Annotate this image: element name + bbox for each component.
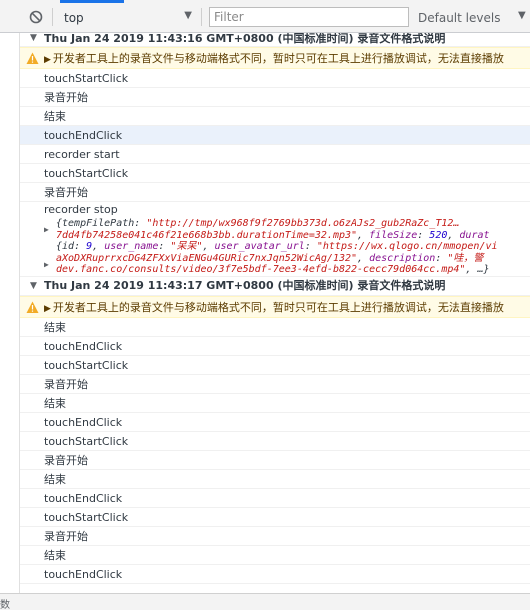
group-title: Thu Jan 24 2019 11:43:17 GMT+0800 (中国标准时… [44,279,446,292]
log-line: 结束 [20,470,530,489]
object-value: "https://wx.qlogo.cn/mmopen/vi [316,241,498,252]
object-value: aXoDXRuprrxcDG4ZFXxViaENGu4GURic7nxJqn52… [56,252,358,264]
object-value: 7dd4fb74258e041c46f21e668b3bb.durationTi… [56,229,358,241]
log-line: touchStartClick [20,508,530,527]
expand-triangle-icon[interactable]: ▶ [44,224,49,236]
log-line: 录音开始 [20,375,530,394]
object-key: description [369,252,436,264]
context-select[interactable]: top ▼ [58,8,194,27]
log-line: recorder stop [44,203,118,216]
object-ellipsis: , …} [465,264,490,275]
object-value: 520 [429,229,448,241]
object-preview[interactable]: ▶ {tempFilePath: "http://tmp/wx968f9f276… [20,218,530,241]
log-line: 录音开始 [20,183,530,202]
log-line: 结束 [20,318,530,337]
log-line: 结束 [20,394,530,413]
console-toolbar: top ▼ Default levels ▼ [0,0,530,33]
group-title: Thu Jan 24 2019 11:43:16 GMT+0800 (中国标准时… [44,33,446,45]
active-tab-indicator [60,0,124,3]
warning-icon [26,52,39,64]
console-group-header[interactable]: ▼ Thu Jan 24 2019 11:43:16 GMT+0800 (中国标… [20,33,530,47]
console-messages[interactable]: ▼ Thu Jan 24 2019 11:43:16 GMT+0800 (中国标… [19,33,530,593]
log-line: touchEndClick [20,126,530,145]
expand-triangle-icon[interactable]: ▼ [30,33,37,44]
context-select-value: top [64,11,84,25]
object-value: dev.fanc.co/consults/video/3f7e5bdf-7ee3… [56,264,466,275]
object-value: "http://tmp/wx968f9f2769bb373d.o6zAJs2_g… [146,218,460,229]
log-line: 结束 [20,546,530,565]
toolbar-divider [201,8,202,26]
warning-icon [26,301,39,313]
log-levels-select[interactable]: Default levels ▼ [418,8,528,27]
log-line: 结束 [20,107,530,126]
expand-triangle-icon[interactable]: ▼ [30,277,37,295]
warning-message[interactable]: ▶ 开发者工具上的录音文件与移动端格式不同，暂时只可在工具上进行播放调试，无法直接… [20,47,530,69]
log-line: touchEndClick [20,565,530,584]
expand-triangle-icon[interactable]: ▶ [44,259,49,271]
object-key: user_avatar_url [214,241,305,252]
log-line: touchEndClick [20,413,530,432]
object-value: "哇，警 [447,252,484,264]
object-key: user_name [104,241,159,252]
warning-message[interactable]: ▶ 开发者工具上的录音文件与移动端格式不同，暂时只可在工具上进行播放调试，无法直接… [20,296,530,318]
warning-text: 开发者工具上的录音文件与移动端格式不同，暂时只可在工具上进行播放调试，无法直接播… [52,301,504,314]
drawer-statusbar: 数 [0,593,530,611]
clear-console-icon[interactable] [29,10,43,24]
chevron-down-icon: ▼ [518,10,526,21]
filter-input[interactable] [209,7,409,27]
object-preview[interactable]: ▶ {id: 9, user_name: "呆呆", user_avatar_u… [20,241,530,277]
log-levels-label: Default levels [418,11,501,25]
log-line: touchStartClick [20,432,530,451]
object-value: "呆呆" [170,241,203,252]
expand-triangle-icon[interactable]: ▶ [44,55,51,65]
log-line: touchStartClick [20,356,530,375]
toolbar-divider [52,8,53,26]
warning-text: 开发者工具上的录音文件与移动端格式不同，暂时只可在工具上进行播放调试，无法直接播… [52,52,504,65]
log-line: touchStartClick [20,164,530,183]
object-key: {tempFilePath [56,218,135,229]
object-key: durat [459,229,490,241]
log-line: 录音开始 [20,527,530,546]
console-group-header[interactable]: ▼ Thu Jan 24 2019 11:43:17 GMT+0800 (中国标… [20,277,530,296]
log-line: touchEndClick [20,489,530,508]
log-line: 录音开始 [20,451,530,470]
statusbar-text: 数 [0,600,10,611]
log-line: touchStartClick [20,69,530,88]
log-line: 录音开始 [20,88,530,107]
log-line: touchEndClick [20,337,530,356]
object-key: fileSize [369,229,418,241]
log-line: recorder start [20,145,530,164]
chevron-down-icon: ▼ [184,10,192,21]
expand-triangle-icon[interactable]: ▶ [44,304,51,314]
object-key: {id [56,241,75,252]
